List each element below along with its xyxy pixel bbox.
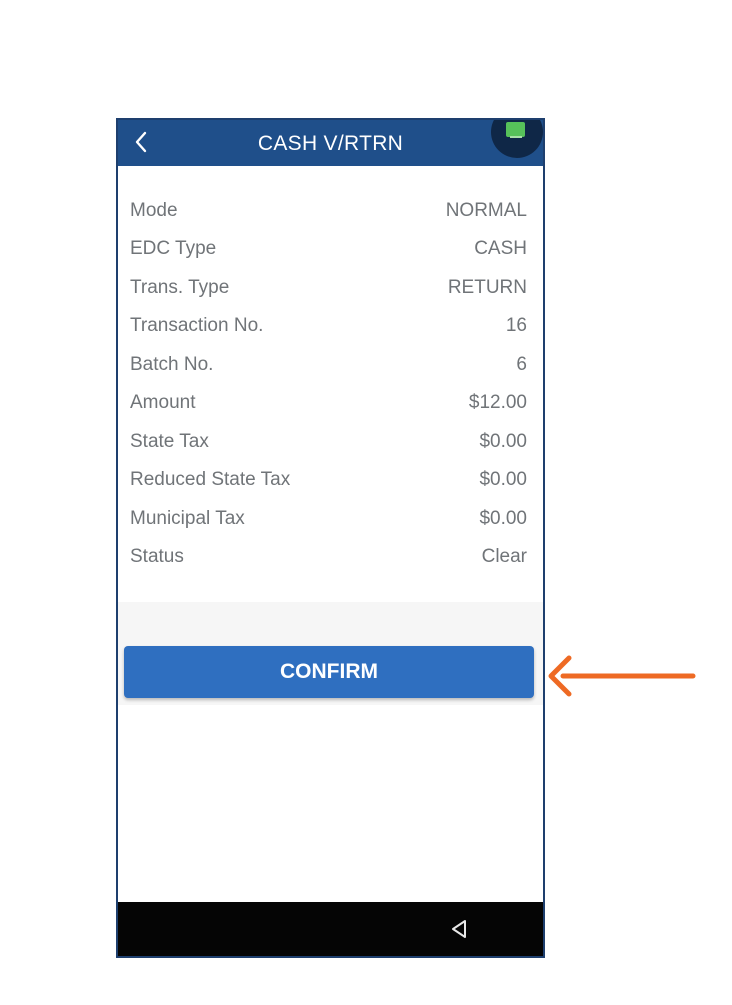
detail-value: 6 bbox=[516, 354, 527, 375]
detail-value: $0.00 bbox=[479, 431, 527, 452]
detail-row: Municipal Tax $0.00 bbox=[130, 508, 527, 534]
detail-label: Batch No. bbox=[130, 354, 214, 375]
detail-value: $0.00 bbox=[479, 508, 527, 529]
detail-label: Reduced State Tax bbox=[130, 469, 291, 490]
status-light bbox=[506, 122, 525, 137]
detail-row: Transaction No. 16 bbox=[130, 315, 527, 341]
detail-label: Mode bbox=[130, 200, 178, 221]
detail-value: $12.00 bbox=[468, 392, 527, 413]
device-screen: CASH V/RTRN Mode NORMAL EDC Type CASH Tr… bbox=[116, 118, 545, 958]
android-nav-bar bbox=[118, 902, 543, 956]
detail-row: Mode NORMAL bbox=[130, 200, 527, 226]
detail-label: State Tax bbox=[130, 431, 209, 452]
triangle-back-icon[interactable] bbox=[448, 917, 472, 941]
detail-row: Batch No. 6 bbox=[130, 354, 527, 380]
detail-row: EDC Type CASH bbox=[130, 238, 527, 264]
detail-value: Clear bbox=[481, 546, 527, 567]
detail-label: EDC Type bbox=[130, 238, 217, 259]
confirm-button[interactable]: CONFIRM bbox=[124, 646, 534, 698]
detail-row: Trans. Type RETURN bbox=[130, 277, 527, 303]
detail-value: CASH bbox=[474, 238, 527, 259]
detail-row: State Tax $0.00 bbox=[130, 431, 527, 457]
detail-label: Status bbox=[130, 546, 184, 567]
detail-label: Transaction No. bbox=[130, 315, 264, 336]
page-title: CASH V/RTRN bbox=[257, 132, 404, 155]
detail-value: $0.00 bbox=[479, 469, 527, 490]
detail-label: Amount bbox=[130, 392, 196, 413]
app-header: CASH V/RTRN bbox=[118, 120, 543, 166]
transaction-details: Mode NORMAL EDC Type CASH Trans. Type RE… bbox=[118, 176, 543, 602]
detail-value: RETURN bbox=[447, 277, 527, 298]
detail-row: Reduced State Tax $0.00 bbox=[130, 469, 527, 495]
detail-value: NORMAL bbox=[445, 200, 527, 221]
detail-value: 16 bbox=[505, 315, 527, 336]
detail-label: Trans. Type bbox=[130, 277, 230, 298]
status-light-base bbox=[510, 136, 522, 138]
detail-row: Status Clear bbox=[130, 546, 527, 572]
detail-row: Amount $12.00 bbox=[130, 392, 527, 418]
arrow-left-icon bbox=[548, 655, 696, 697]
empty-area bbox=[118, 705, 543, 903]
detail-label: Municipal Tax bbox=[130, 508, 245, 529]
page: CASH V/RTRN Mode NORMAL EDC Type CASH Tr… bbox=[0, 0, 732, 1005]
